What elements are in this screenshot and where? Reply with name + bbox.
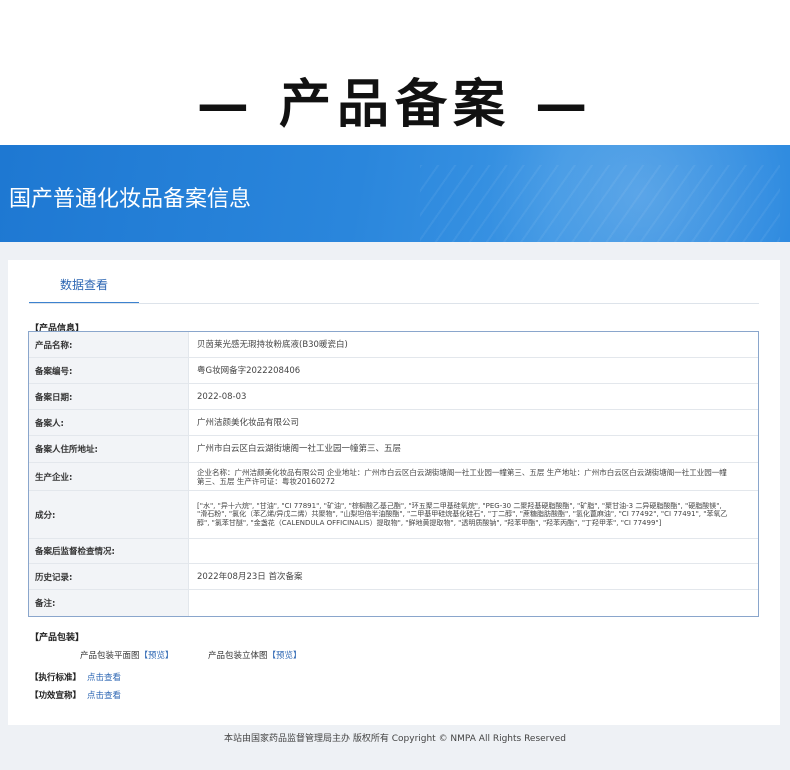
row-value: 2022年08月23日 首次备案 bbox=[197, 571, 303, 582]
standard-label: 【执行标准】 bbox=[30, 673, 82, 683]
packaging-solid: 产品包装立体图【预览】 bbox=[208, 649, 302, 661]
row-value: ["水", "异十六烷", "甘油", "CI 77891", "矿油", "棕… bbox=[197, 501, 728, 527]
row-value: 广州市白云区白云湖街塘阁一社工业园一幢第三、五层 bbox=[197, 444, 402, 454]
row-label: 成分: bbox=[29, 491, 189, 538]
packaging-flat-preview-link[interactable]: 【预览】 bbox=[140, 651, 174, 661]
row-value: 2022-08-03 bbox=[197, 391, 247, 402]
standard-view-link[interactable]: 点击查看 bbox=[87, 673, 121, 683]
table-row: 历史记录: 2022年08月23日 首次备案 bbox=[29, 564, 758, 590]
packaging-flat-label: 产品包装平面图 bbox=[80, 651, 140, 661]
standard-row: 【执行标准】 点击查看 bbox=[30, 671, 121, 683]
row-label: 备案编号: bbox=[29, 358, 189, 383]
row-label: 产品名称: bbox=[29, 332, 189, 357]
efficacy-view-link[interactable]: 点击查看 bbox=[87, 691, 121, 701]
tabs-divider bbox=[29, 303, 759, 304]
product-info-table: 产品名称: 贝茵莱光感无瑕持妆粉底液(B30暖瓷白) 备案编号: 粤G妆网备字2… bbox=[28, 331, 759, 617]
row-value: 粤G妆网备字2022208406 bbox=[197, 365, 301, 376]
row-value bbox=[189, 539, 758, 563]
row-label: 备案人: bbox=[29, 410, 189, 435]
page-heading-area: — 产品备案 — bbox=[0, 0, 790, 145]
packaging-flat: 产品包装平面图【预览】 bbox=[80, 649, 174, 661]
row-value bbox=[189, 590, 758, 616]
table-row: 备案人住所地址: 广州市白云区白云湖街塘阁一社工业园一幢第三、五层 bbox=[29, 436, 758, 463]
table-row: 备案编号: 粤G妆网备字2022208406 bbox=[29, 358, 758, 384]
table-row: 备注: bbox=[29, 590, 758, 616]
row-label: 历史记录: bbox=[29, 564, 189, 589]
table-row: 备案人: 广州洁颜美化妆品有限公司 bbox=[29, 410, 758, 436]
banner: 国产普通化妆品备案信息 bbox=[0, 145, 790, 242]
banner-title: 国产普通化妆品备案信息 bbox=[9, 187, 252, 212]
row-label: 生产企业: bbox=[29, 463, 189, 490]
table-row: 生产企业: 企业名称：广州洁颜美化妆品有限公司 企业地址：广州市白云区白云湖街塘… bbox=[29, 463, 758, 491]
row-value: 贝茵莱光感无瑕持妆粉底液(B30暖瓷白) bbox=[197, 339, 348, 350]
table-row: 成分: ["水", "异十六烷", "甘油", "CI 77891", "矿油"… bbox=[29, 491, 758, 539]
row-label: 备案后监督检查情况: bbox=[29, 539, 189, 563]
row-label: 备案日期: bbox=[29, 384, 189, 409]
packaging-solid-preview-link[interactable]: 【预览】 bbox=[268, 651, 302, 661]
table-row: 备案后监督检查情况: bbox=[29, 539, 758, 564]
table-row: 备案日期: 2022-08-03 bbox=[29, 384, 758, 410]
footer: 本站由国家药品监督管理局主办 版权所有 Copyright © NMPA All… bbox=[224, 734, 566, 744]
row-value: 企业名称：广州洁颜美化妆品有限公司 企业地址：广州市白云区白云湖街塘阁一社工业园… bbox=[197, 467, 727, 486]
tab-data-view[interactable]: 数据查看 bbox=[29, 276, 139, 293]
packaging-label: 【产品包装】 bbox=[30, 633, 85, 643]
efficacy-label: 【功效宣称】 bbox=[30, 691, 82, 701]
packaging-solid-label: 产品包装立体图 bbox=[208, 651, 268, 661]
page-heading: — 产品备案 — bbox=[196, 75, 594, 135]
row-label: 备注: bbox=[29, 590, 189, 616]
efficacy-row: 【功效宣称】 点击查看 bbox=[30, 689, 121, 701]
row-label: 备案人住所地址: bbox=[29, 436, 189, 462]
row-value: 广州洁颜美化妆品有限公司 bbox=[197, 417, 300, 428]
table-row: 产品名称: 贝茵莱光感无瑕持妆粉底液(B30暖瓷白) bbox=[29, 332, 758, 358]
